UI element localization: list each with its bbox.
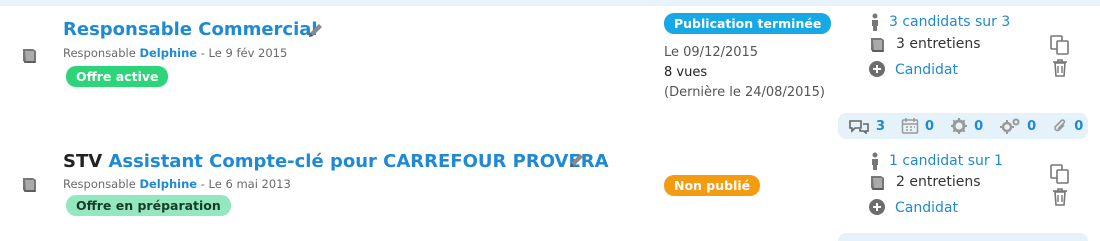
views-count: 8 vues xyxy=(664,65,708,80)
last-view: (Dernière le 24/08/2015) xyxy=(664,85,825,100)
offer-stats-bar: 3 0 0 0 0 xyxy=(838,113,1088,139)
copy-icon[interactable] xyxy=(1049,163,1071,189)
plus-circle-icon[interactable] xyxy=(869,61,885,81)
book-icon xyxy=(868,37,886,57)
comments-icon[interactable] xyxy=(848,118,870,134)
manager-name-link[interactable]: Delphine xyxy=(139,46,197,60)
offer-meta: Responsable Delphine - Le 6 mai 2013 xyxy=(63,177,291,191)
offer-title-link[interactable]: Responsable Commercial xyxy=(63,19,318,40)
top-strip xyxy=(0,0,1100,6)
gears-count[interactable]: 0 xyxy=(1027,119,1036,134)
pencil-icon[interactable] xyxy=(306,22,326,46)
person-icon xyxy=(869,152,881,174)
candidates-link[interactable]: 3 candidats sur 3 xyxy=(889,14,1010,30)
attachments-count[interactable]: 0 xyxy=(1074,119,1083,134)
book-icon xyxy=(20,48,38,68)
offer-title[interactable]: Responsable Commercial xyxy=(63,19,318,40)
plus-circle-icon[interactable] xyxy=(869,199,885,219)
copy-icon[interactable] xyxy=(1049,34,1071,60)
calendar-count[interactable]: 0 xyxy=(925,119,934,134)
publication-date: Le 09/12/2015 xyxy=(664,45,759,60)
add-candidate-link[interactable]: Candidat xyxy=(895,62,958,78)
comments-count[interactable]: 3 xyxy=(876,119,885,134)
candidates-link[interactable]: 1 candidat sur 1 xyxy=(889,153,1003,169)
calendar-icon[interactable] xyxy=(901,117,919,135)
offer-status-badge: Offre en préparation xyxy=(66,195,231,216)
book-icon xyxy=(868,175,886,195)
offer-title-link[interactable]: Assistant Compte-clé pour CARREFOUR PROV… xyxy=(108,151,608,172)
pencil-icon[interactable] xyxy=(567,152,587,176)
add-candidate-link[interactable]: Candidat xyxy=(895,200,958,216)
gear-count[interactable]: 0 xyxy=(974,119,983,134)
trash-icon[interactable] xyxy=(1051,187,1069,211)
gear-icon[interactable] xyxy=(950,117,968,135)
publication-status-badge[interactable]: Publication terminée xyxy=(664,13,832,34)
offer-status-badge: Offre active xyxy=(66,66,169,87)
offer-stats-bar-partial xyxy=(838,233,1088,241)
interviews-count: 3 entretiens xyxy=(896,36,981,52)
offer-meta: Responsable Delphine - Le 9 fév 2015 xyxy=(63,46,288,60)
person-icon xyxy=(869,13,881,35)
manager-name-link[interactable]: Delphine xyxy=(139,177,197,191)
paperclip-icon[interactable] xyxy=(1052,117,1068,135)
gears-icon[interactable] xyxy=(999,117,1021,135)
book-icon xyxy=(20,177,38,197)
offer-title[interactable]: STV Assistant Compte-clé pour CARREFOUR … xyxy=(63,151,609,172)
publication-status-badge[interactable]: Non publié xyxy=(664,175,761,196)
interviews-count: 2 entretiens xyxy=(896,174,981,190)
trash-icon[interactable] xyxy=(1051,58,1069,82)
